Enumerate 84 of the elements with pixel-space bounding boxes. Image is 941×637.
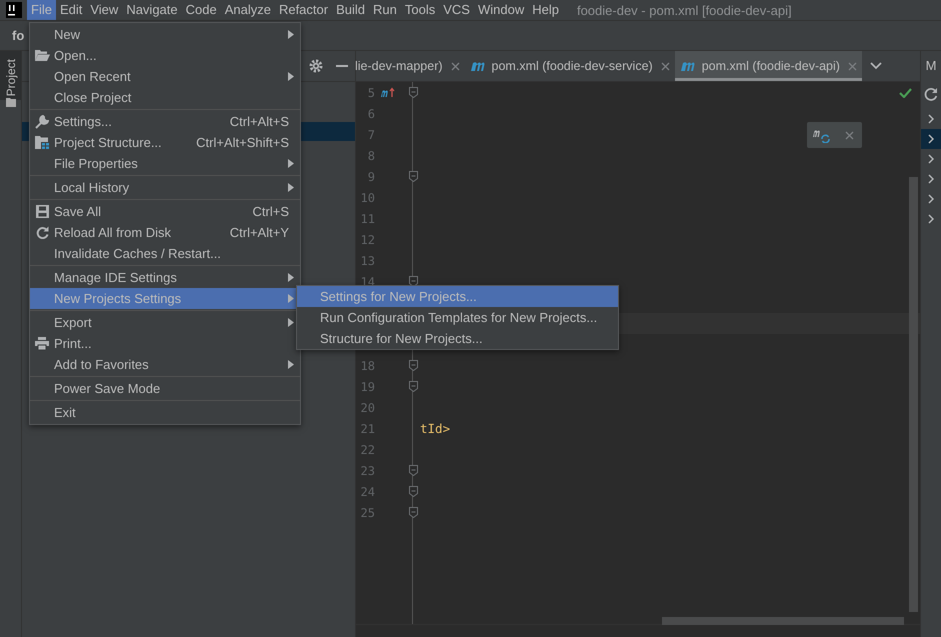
close-icon[interactable] <box>450 62 460 70</box>
tool-window-tab[interactable]: Project <box>0 51 21 100</box>
menu-item[interactable]: Project Structure... Ctrl+Alt+Shift+S <box>30 132 300 153</box>
menu-item[interactable]: View <box>86 0 122 20</box>
menu-item[interactable]: Tools <box>400 0 440 20</box>
app-logo-icon <box>6 2 22 18</box>
editor-tab[interactable]: lie-dev-mapper) <box>350 51 465 81</box>
line-number: 7 <box>366 128 375 142</box>
tool-window-title: M <box>926 57 936 75</box>
menu-item[interactable]: Navigate <box>122 0 182 20</box>
menu-item[interactable]: Code <box>182 0 221 20</box>
fold-marker-icon[interactable] <box>409 87 418 98</box>
fold-marker-icon[interactable] <box>409 276 418 287</box>
refresh-icon[interactable] <box>924 87 938 101</box>
line-number: 18 <box>360 358 375 372</box>
line-number: 13 <box>360 254 375 268</box>
menu-item[interactable]: Settings... Ctrl+Alt+S <box>30 111 300 132</box>
menu-item[interactable]: Analyze <box>220 0 275 20</box>
folder-icon[interactable] <box>6 98 16 108</box>
menu-item[interactable]: Add to Favorites <box>30 354 300 375</box>
menu-item[interactable]: Exit <box>30 402 300 423</box>
menu-item[interactable]: Close Project <box>30 87 300 108</box>
menu-item[interactable]: Save All Ctrl+S <box>30 201 300 222</box>
close-icon[interactable] <box>848 62 857 70</box>
save-icon <box>36 205 48 218</box>
menu-item[interactable]: Open Recent <box>30 66 300 87</box>
menu-item[interactable]: Run Configuration Templates for New Projects... <box>297 307 618 328</box>
fold-marker-icon[interactable] <box>409 507 418 518</box>
wrench-icon <box>35 114 49 128</box>
menu-item[interactable]: Invalidate Caches / Restart... <box>30 243 300 264</box>
line-number: 6 <box>366 106 375 120</box>
chevron-down-icon[interactable] <box>870 62 882 70</box>
settings-icon[interactable] <box>309 59 323 73</box>
project-structure-icon <box>34 136 50 149</box>
line-number: 9 <box>366 170 375 184</box>
fold-marker-icon[interactable] <box>409 360 418 371</box>
line-number: 25 <box>360 506 375 520</box>
menu-item[interactable]: Print... <box>30 333 300 354</box>
menu-item[interactable]: Edit <box>56 0 86 20</box>
vertical-scrollbar[interactable] <box>909 177 918 612</box>
menu-item[interactable]: New <box>30 24 300 45</box>
printer-icon <box>35 337 49 350</box>
editor-tab[interactable]: pom.xml (foodie-dev-service) <box>464 51 675 81</box>
check-icon <box>899 88 912 98</box>
menu-item[interactable]: Window <box>474 0 528 20</box>
line-number: 8 <box>366 148 375 162</box>
code-text: tId> <box>420 421 450 436</box>
menu-item[interactable]: Power Save Mode <box>30 378 300 399</box>
fold-marker-icon[interactable] <box>409 381 418 392</box>
editor-tab[interactable]: pom.xml (foodie-dev-api) <box>674 51 862 81</box>
menu-item[interactable]: Structure for New Projects... <box>297 328 618 349</box>
fold-marker-icon[interactable] <box>409 171 418 182</box>
menu-item[interactable]: File Properties <box>30 153 300 174</box>
menu-item[interactable]: Run <box>369 0 401 20</box>
horizontal-scrollbar[interactable] <box>662 617 904 625</box>
menu-item[interactable]: Local History <box>30 177 300 198</box>
line-number: 24 <box>360 484 375 498</box>
reload-icon <box>36 226 48 239</box>
line-number: 23 <box>360 464 375 478</box>
menu-item[interactable]: Build <box>332 0 370 20</box>
menu-item[interactable]: Open... <box>30 45 300 66</box>
folder-icon <box>34 50 50 61</box>
fold-marker-icon[interactable] <box>409 465 418 476</box>
close-icon[interactable] <box>845 130 854 140</box>
line-number: 11 <box>360 212 375 226</box>
window-title: foodie-dev - pom.xml [foodie-dev-api] <box>576 2 792 18</box>
maven-up-icon <box>381 87 395 98</box>
close-icon[interactable] <box>660 62 670 70</box>
menu-item[interactable]: Refactor <box>274 0 332 20</box>
line-number: 22 <box>360 442 375 456</box>
menu-item[interactable]: Export <box>30 312 300 333</box>
breadcrumb-item[interactable]: fo <box>12 28 24 43</box>
menu-item[interactable]: Manage IDE Settings <box>30 267 300 288</box>
line-number: 12 <box>360 232 375 246</box>
fold-marker-icon[interactable] <box>409 486 418 497</box>
menu-item[interactable]: Reload All from Disk Ctrl+Alt+Y <box>30 222 300 243</box>
line-number: 21 <box>360 422 375 436</box>
maven-reload-icon[interactable] <box>813 128 831 142</box>
menu-item[interactable]: Help <box>528 0 563 20</box>
line-number: 10 <box>360 190 375 204</box>
line-number: 19 <box>360 380 375 394</box>
line-number: 5 <box>366 86 375 100</box>
menu-item[interactable]: VCS <box>439 0 474 20</box>
line-number: 20 <box>360 400 375 414</box>
